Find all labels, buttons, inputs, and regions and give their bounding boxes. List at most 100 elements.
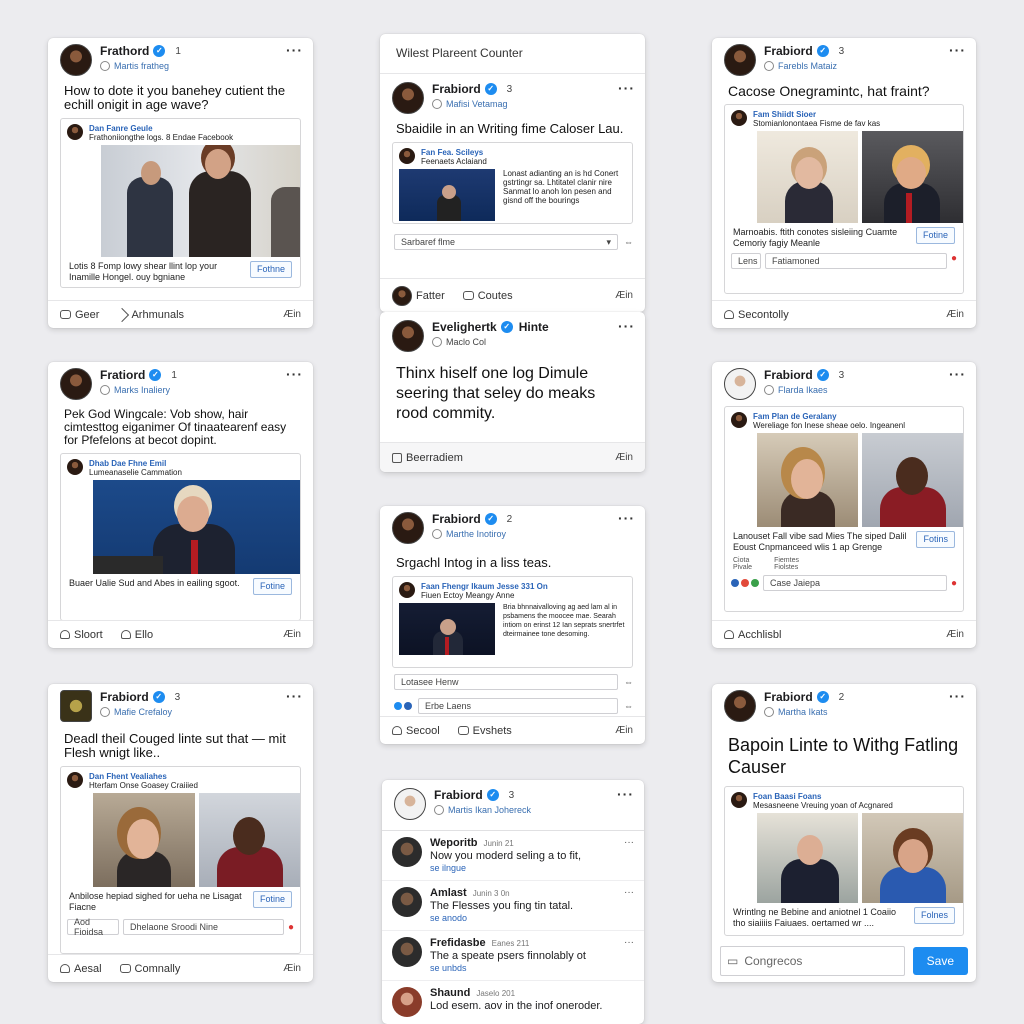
save-action[interactable]: Æin	[946, 309, 964, 320]
commenter-avatar[interactable]	[392, 987, 422, 1017]
comment-field[interactable]: Lotasee Henw	[394, 674, 618, 690]
author-name[interactable]: Frabiord	[764, 368, 813, 382]
filter-field[interactable]: Lens	[731, 253, 761, 269]
comment-action[interactable]: Coutes	[462, 290, 513, 302]
save-action[interactable]: Æin	[283, 963, 301, 974]
share-action[interactable]: Arhmunals	[115, 307, 184, 322]
avatar[interactable]	[60, 690, 92, 722]
commenter-avatar[interactable]	[392, 887, 422, 917]
reaction-icons[interactable]	[731, 579, 759, 587]
save-button[interactable]: Save	[912, 947, 968, 975]
avatar[interactable]	[724, 690, 756, 722]
author-name[interactable]: Frabiord	[434, 788, 483, 802]
send-icon[interactable]: ⇔	[624, 677, 633, 687]
like-action[interactable]: Aesal	[60, 963, 102, 975]
comment-field[interactable]: Case Jaiepa	[763, 575, 947, 591]
post-photo[interactable]	[757, 813, 963, 903]
source-name[interactable]: Fan Fea. Scileys	[421, 148, 487, 157]
shared-post[interactable]: Fan Fea. Scileys Feenaets Aclaiand Lonast…	[392, 142, 633, 224]
reaction-icons[interactable]	[394, 702, 412, 710]
follow-button[interactable]: Fotine	[252, 578, 292, 595]
comment-action[interactable]: Evshets	[457, 725, 512, 737]
saved-action[interactable]: Beerradiem	[392, 452, 463, 464]
comment-link[interactable]: se anodo	[430, 912, 616, 924]
commenter-name[interactable]: Weporitb	[430, 837, 477, 849]
avatar[interactable]	[392, 82, 424, 114]
more-options-icon[interactable]: ···	[618, 510, 635, 526]
more-options-icon[interactable]: ···	[286, 366, 303, 382]
like-action[interactable]: Geer	[60, 309, 99, 321]
author-action[interactable]: Fatter	[392, 285, 445, 306]
more-options-icon[interactable]: ···	[624, 887, 634, 924]
commenter-name[interactable]: Shaund	[430, 987, 470, 999]
post-photo[interactable]	[101, 145, 300, 257]
post-photo[interactable]	[93, 480, 300, 574]
avatar[interactable]	[724, 44, 756, 76]
follow-button[interactable]: Fothne	[249, 261, 292, 278]
save-action[interactable]: Æin	[283, 309, 301, 320]
save-action[interactable]: Æin	[283, 629, 301, 640]
save-action[interactable]: Æin	[615, 290, 633, 301]
more-options-icon[interactable]: ···	[949, 688, 966, 704]
source-name[interactable]: Fam Plan de Geralany	[753, 412, 905, 421]
more-options-icon[interactable]: ···	[286, 688, 303, 704]
author-name[interactable]: Frabiord	[764, 690, 813, 704]
shared-post[interactable]: Foan Baasi Foans Mesasneene Vreuing yoan …	[724, 786, 964, 936]
author-handle[interactable]: Martha Ikats	[778, 707, 828, 717]
comment-item[interactable]: Frefidasbe Eanes 211 The a speate psers f…	[382, 931, 644, 981]
author-handle[interactable]: Mafisi Vetamag	[446, 99, 508, 109]
shared-post[interactable]: Dan Fanre Geule Frathoniiongthe logs. 8 E…	[60, 118, 301, 288]
avatar[interactable]	[724, 368, 756, 400]
post-photo[interactable]	[93, 793, 300, 887]
more-options-icon[interactable]: ···	[617, 786, 634, 802]
more-options-icon[interactable]: ···	[618, 318, 635, 334]
article-thumbnail[interactable]	[399, 169, 495, 221]
filter-select[interactable]: Sarbaref flme ▾	[394, 234, 618, 250]
more-options-icon[interactable]: ···	[624, 837, 634, 874]
follow-button[interactable]: Fotine	[252, 891, 292, 908]
comment-item[interactable]: Weporitb Junin 21 Now you moderd seling a…	[382, 831, 644, 881]
comment-item[interactable]: Shaund Jaselo 201 Lod esem. aov in the in…	[382, 981, 644, 1023]
source-name[interactable]: Dan Fhent Vealiahes	[89, 772, 198, 781]
author-handle[interactable]: Marthe Inotiroy	[446, 529, 506, 539]
comment-link[interactable]: se ilngue	[430, 862, 616, 874]
article-thumbnail[interactable]	[399, 603, 495, 655]
follow-button[interactable]: Fotine	[915, 227, 955, 244]
heart-icon[interactable]: ●	[951, 253, 957, 269]
author-name[interactable]: Fratiord	[100, 368, 145, 382]
shared-post[interactable]: Dan Fhent Vealiahes Hterfam Onse Goasey C…	[60, 766, 301, 954]
more-options-icon[interactable]: ···	[949, 42, 966, 58]
avatar[interactable]	[392, 512, 424, 544]
source-name[interactable]: Dan Fanre Geule	[89, 124, 233, 133]
more-options-icon[interactable]: ···	[624, 937, 634, 974]
link-icon[interactable]: ⇔	[624, 237, 633, 247]
source-name[interactable]: Foan Baasi Foans	[753, 792, 893, 801]
source-name[interactable]: Dhab Dae Fhne Emil	[89, 459, 182, 468]
filter-field[interactable]: Aod Fioidsa	[67, 917, 119, 937]
author-handle[interactable]: Marks Inaliery	[114, 385, 170, 395]
reply-field[interactable]: Erbe Laens	[418, 698, 618, 714]
like-action[interactable]: Secool	[392, 725, 440, 737]
search-field[interactable]: Fatiamoned	[765, 253, 947, 269]
author-handle[interactable]: Farebls Mataiz	[778, 61, 837, 71]
author-name[interactable]: Frabiord	[432, 82, 481, 96]
shared-post[interactable]: Faan Fhengr Ikaum Jesse 331 On Fiuen Ecto…	[392, 576, 633, 668]
author-name[interactable]: Evelighertk	[432, 320, 497, 334]
send-icon[interactable]: ⇔	[624, 701, 633, 711]
author-name[interactable]: Frabiord	[764, 44, 813, 58]
shared-post[interactable]: Fam Shiidt Sioer Stomianlonontaea Fisme d…	[724, 104, 964, 294]
more-options-icon[interactable]: ···	[286, 42, 303, 58]
save-action[interactable]: Æin	[615, 725, 633, 736]
commenter-name[interactable]: Amlast	[430, 887, 467, 899]
like-action[interactable]: Sloort	[60, 629, 103, 641]
avatar[interactable]	[60, 44, 92, 76]
more-options-icon[interactable]: ···	[949, 366, 966, 382]
comment-link[interactable]: se unbds	[430, 962, 616, 974]
shared-post[interactable]: Dhab Dae Fhne Emil Lumeanaselie Cammation…	[60, 453, 301, 621]
heart-icon[interactable]: ●	[288, 922, 294, 933]
like-action[interactable]: Acchlisbl	[724, 629, 781, 641]
follow-button[interactable]: Fotins	[916, 531, 955, 548]
post-photo[interactable]	[757, 433, 963, 527]
author-name[interactable]: Frabiord	[100, 690, 149, 704]
save-action[interactable]: Æin	[615, 452, 633, 463]
